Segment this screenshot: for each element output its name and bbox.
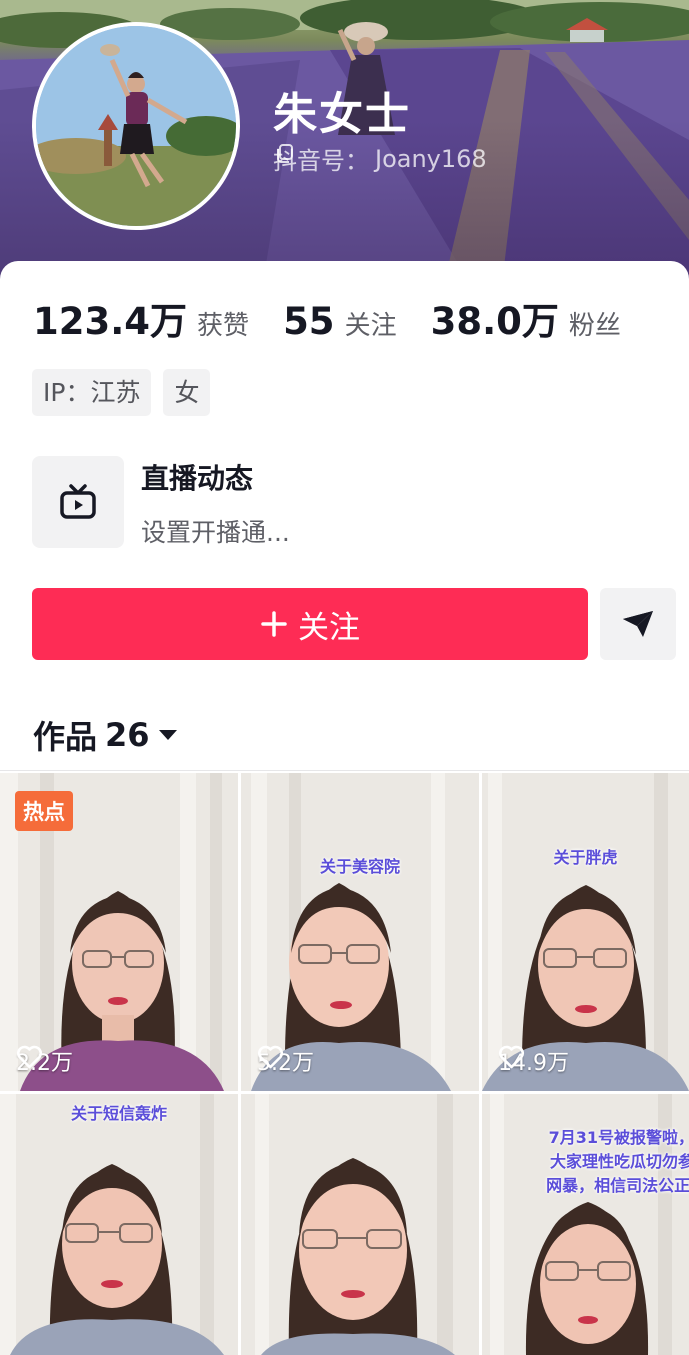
video-tile[interactable]: 关于短信轰炸 (0, 1094, 238, 1355)
heart-icon (257, 1045, 284, 1069)
live-status-button[interactable] (32, 456, 124, 548)
follow-label: 关注 (298, 609, 360, 646)
live-status-title[interactable]: 直播动态 (141, 457, 253, 497)
video-tile[interactable]: 关于胖虎 14.9万 (482, 773, 689, 1091)
profile-stats: 123.4万 获赞 55 关注 38.0万 粉丝 (33, 291, 655, 345)
heart-icon (16, 1045, 43, 1069)
video-likes: 2.2万 (16, 1045, 73, 1077)
tv-icon (60, 484, 96, 519)
douyin-id[interactable]: 抖音号： Joany168 (273, 141, 487, 176)
video-caption: 关于胖虎 (553, 848, 618, 867)
share-button[interactable] (600, 588, 676, 660)
follow-button[interactable]: 关注 (32, 588, 588, 660)
followers-count[interactable]: 38.0万 (431, 291, 559, 345)
video-tile[interactable]: 7月31号被报警啦，请 大家理性吃瓜切勿参与 网暴，相信司法公正⚖️ (482, 1094, 689, 1355)
followers-label[interactable]: 粉丝 (569, 305, 621, 342)
following-label[interactable]: 关注 (345, 305, 397, 342)
avatar-photo (36, 26, 236, 226)
ip-location-tag: IP：江苏 (32, 369, 152, 416)
likes-label: 获赞 (197, 311, 250, 341)
video-likes: 14.9万 (498, 1045, 569, 1077)
gender-tag: 女 (163, 369, 211, 416)
video-caption: 关于美容院 (319, 857, 400, 876)
video-thumbnail (241, 773, 479, 1091)
profile-card: 123.4万 获赞 55 关注 38.0万 粉丝 IP：江苏 女 直播动态 设置… (0, 261, 689, 1355)
works-tab[interactable]: 作品 26 (33, 712, 178, 758)
live-status-subtitle[interactable]: 设置开播通... (141, 513, 290, 549)
works-label: 作品 (33, 718, 98, 756)
caret-down-icon (158, 730, 177, 740)
douyin-id-value: Joany168 (375, 144, 487, 173)
divider (0, 770, 689, 771)
hot-badge: 热点 (15, 791, 73, 831)
video-tile[interactable] (241, 1094, 479, 1355)
video-thumbnail (482, 773, 689, 1091)
heart-icon (498, 1045, 525, 1069)
following-count[interactable]: 55 (283, 300, 335, 343)
video-caption-line: 7月31号被报警啦，请 (548, 1128, 689, 1147)
avatar[interactable] (32, 22, 240, 230)
video-tile[interactable]: 热点 2.2万 (0, 773, 238, 1091)
video-caption-line: 网暴，相信司法公正⚖️ (546, 1176, 689, 1195)
video-caption: 关于短信轰炸 (70, 1104, 167, 1123)
video-likes: 5.2万 (257, 1045, 314, 1077)
video-caption: 7月31号被报警啦，请 大家理性吃瓜切勿参与 网暴，相信司法公正⚖️ (492, 1126, 689, 1198)
likes-count: 123.4万 (33, 300, 188, 343)
profile-name: 朱女士 (273, 89, 411, 140)
profile-tags: IP：江苏 女 (32, 369, 211, 416)
works-count: 26 (105, 716, 150, 754)
video-thumbnail (241, 1094, 479, 1355)
profile-banner: 朱女士 抖音号： Joany168 (0, 0, 689, 300)
video-caption-line: 大家理性吃瓜切勿参与 (549, 1152, 689, 1171)
send-icon (623, 611, 653, 637)
plus-icon (261, 611, 287, 637)
video-tile[interactable]: 关于美容院 5.2万 (241, 773, 479, 1091)
video-thumbnail (0, 1094, 238, 1355)
copy-icon[interactable] (273, 141, 297, 165)
